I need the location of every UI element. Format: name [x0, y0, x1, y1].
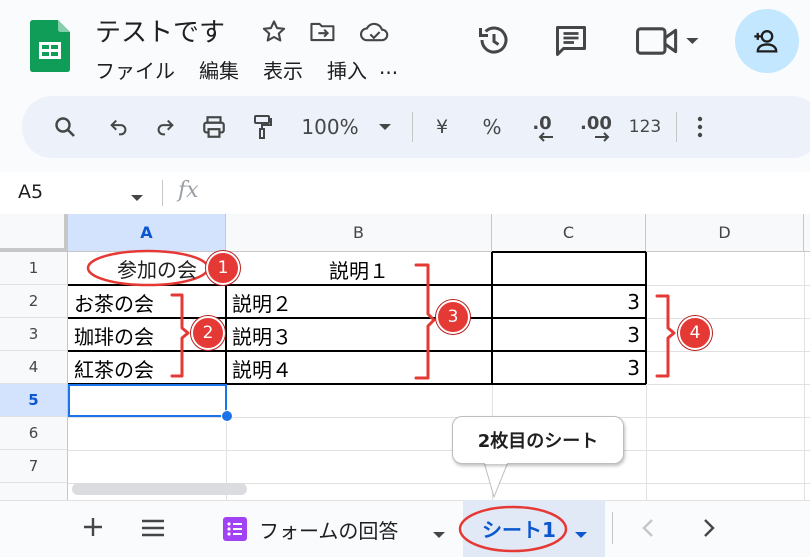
callout-pointer: [483, 461, 509, 499]
callout-bubble: 2枚目のシート: [452, 416, 624, 464]
callout-joint: [485, 460, 507, 464]
